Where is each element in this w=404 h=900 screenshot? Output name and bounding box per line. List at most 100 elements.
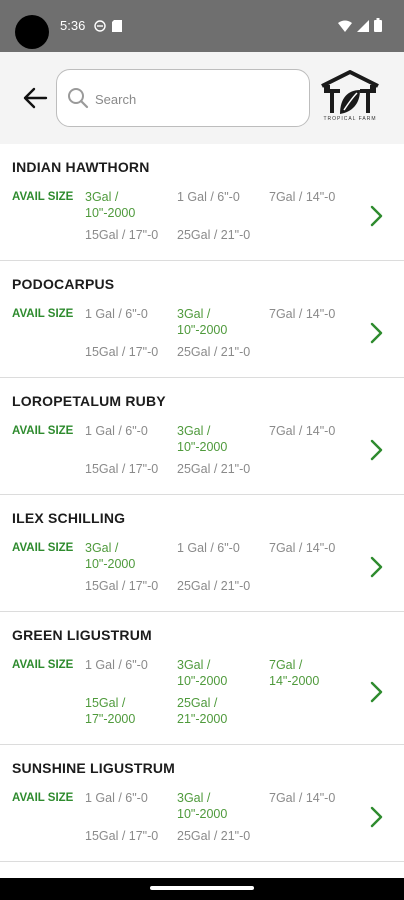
- size-option-line: 7Gal /: [269, 658, 303, 672]
- size-option-available: 25Gal / 21"-2000: [177, 695, 267, 727]
- size-option-unavailable: 1 Gal / 6"-0: [85, 790, 175, 806]
- chevron-right-icon[interactable]: [366, 438, 386, 462]
- size-option-line: 3Gal /: [85, 190, 119, 204]
- wifi-icon: [338, 19, 352, 37]
- home-gesture-handle[interactable]: [150, 886, 254, 890]
- size-option-line: 7Gal / 14"-0: [269, 541, 336, 555]
- size-option-line: 3Gal /: [177, 791, 211, 805]
- size-option-line: 1 Gal / 6"-0: [85, 791, 148, 805]
- avail-size-label: AVAIL SIZE: [12, 308, 74, 320]
- plant-list[interactable]: INDIAN HAWTHORN AVAIL SIZE 3Gal /10"-2000 1…: [0, 144, 404, 878]
- size-option-unavailable: 1 Gal / 6"-0: [177, 189, 267, 205]
- size-option-line: 10"-2000: [177, 674, 228, 688]
- size-option-unavailable: 7Gal / 14"-0: [269, 189, 359, 205]
- size-option-unavailable: 15Gal / 17"-0: [85, 227, 175, 243]
- size-option-unavailable: 1 Gal / 6"-0: [177, 540, 267, 556]
- app-header: TROPICAL FARM: [0, 52, 404, 144]
- size-option-unavailable: 1 Gal / 6"-0: [85, 306, 175, 322]
- size-option-unavailable: 25Gal / 21"-0: [177, 828, 267, 844]
- status-left-icons: [94, 19, 122, 37]
- battery-icon: [374, 18, 382, 37]
- size-option-line: 15Gal /: [85, 696, 126, 710]
- size-option-line: 15Gal / 17"-0: [85, 462, 159, 476]
- size-option-line: 15Gal / 17"-0: [85, 579, 159, 593]
- plant-name: SUNSHINE LIGUSTRUM: [12, 760, 176, 776]
- avail-size-label: AVAIL SIZE: [12, 425, 74, 437]
- size-option-line: 25Gal / 21"-0: [177, 345, 251, 359]
- avail-size-label: AVAIL SIZE: [12, 792, 74, 804]
- size-option-available: 3Gal / 10"-2000: [177, 790, 267, 822]
- size-option-unavailable: 15Gal / 17"-0: [85, 461, 175, 477]
- size-option-line: 21"-2000: [177, 712, 228, 726]
- size-option-unavailable: 15Gal / 17"-0: [85, 344, 175, 360]
- chevron-right-icon[interactable]: [366, 555, 386, 579]
- size-option-available: 15Gal / 17"-2000: [85, 695, 175, 727]
- search-icon: [68, 88, 89, 109]
- size-option-line: 3Gal /: [85, 541, 119, 555]
- sd-card-icon: [112, 19, 122, 37]
- size-option-available: 3Gal / 10"-2000: [177, 306, 267, 338]
- back-button[interactable]: [18, 82, 52, 114]
- size-option-line: 15Gal / 17"-0: [85, 345, 159, 359]
- plant-name: LOROPETALUM RUBY: [12, 393, 166, 409]
- status-time: 5:36: [60, 18, 86, 33]
- size-option-line: 3Gal /: [177, 307, 211, 321]
- size-option-line: 3Gal /: [177, 424, 211, 438]
- size-option-unavailable: 25Gal / 21"-0: [177, 227, 267, 243]
- avail-size-label: AVAIL SIZE: [12, 659, 74, 671]
- size-option-line: 10"-2000: [177, 807, 228, 821]
- size-option-line: 3Gal /: [177, 658, 211, 672]
- size-option-unavailable: 7Gal / 14"-0: [269, 423, 359, 439]
- size-option-line: 10"-2000: [85, 557, 136, 571]
- plant-name: ILEX SCHILLING: [12, 510, 126, 526]
- size-option-unavailable: 25Gal / 21"-0: [177, 344, 267, 360]
- chevron-right-icon[interactable]: [366, 680, 386, 704]
- plant-card[interactable]: PODOCARPUS AVAIL SIZE 1 Gal / 6"-0 3Gal / 10…: [0, 261, 404, 378]
- size-option-unavailable: 1 Gal / 6"-0: [85, 657, 175, 673]
- size-option-unavailable: 15Gal / 17"-0: [85, 828, 175, 844]
- plant-card[interactable]: ILEX SCHILLING AVAIL SIZE 3Gal / 10"-2000 1 …: [0, 495, 404, 612]
- plant-card[interactable]: GREEN LIGUSTRUM AVAIL SIZE 1 Gal / 6"-0 3Ga…: [0, 612, 404, 745]
- chevron-right-icon[interactable]: [366, 805, 386, 829]
- size-option-unavailable: 25Gal / 21"-0: [177, 578, 267, 594]
- search-input[interactable]: [95, 85, 295, 113]
- status-bar: 5:36: [0, 0, 404, 52]
- do-not-disturb-icon: [94, 19, 106, 37]
- size-option-line: 1 Gal / 6"-0: [177, 190, 240, 204]
- size-option-unavailable: 7Gal / 14"-0: [269, 306, 359, 322]
- size-option-line: 1 Gal / 6"-0: [177, 541, 240, 555]
- size-option-line: 7Gal / 14"-0: [269, 424, 336, 438]
- chevron-right-icon[interactable]: [366, 204, 386, 228]
- size-option-unavailable: 1 Gal / 6"-0: [85, 423, 175, 439]
- plant-card[interactable]: SUNSHINE LIGUSTRUM AVAIL SIZE 1 Gal / 6"-0…: [0, 745, 404, 862]
- signal-icon: [357, 19, 369, 37]
- plant-name: PODOCARPUS: [12, 276, 115, 292]
- size-option-line: 25Gal / 21"-0: [177, 579, 251, 593]
- size-option-line: 15Gal / 17"-0: [85, 228, 159, 242]
- search-box[interactable]: [56, 69, 310, 127]
- status-right-icons: [338, 18, 382, 37]
- size-option-available: 3Gal / 10"-2000: [177, 423, 267, 455]
- size-option-line: 7Gal / 14"-0: [269, 307, 336, 321]
- size-option-unavailable: 7Gal / 14"-0: [269, 790, 359, 806]
- size-option-line: 7Gal / 14"-0: [269, 190, 336, 204]
- avail-size-label: AVAIL SIZE: [12, 542, 74, 554]
- size-option-line: 10"-2000: [177, 323, 228, 337]
- size-option-line: 25Gal /: [177, 696, 218, 710]
- plant-card[interactable]: LOROPETALUM RUBY AVAIL SIZE 1 Gal / 6"-0 3G…: [0, 378, 404, 495]
- size-option-line: 10"-2000: [85, 206, 136, 220]
- size-option-unavailable: 25Gal / 21"-0: [177, 461, 267, 477]
- size-option-line: 15Gal / 17"-0: [85, 829, 159, 843]
- chevron-right-icon[interactable]: [366, 321, 386, 345]
- size-option-available: 3Gal / 10"-2000: [177, 657, 267, 689]
- avail-size-label: AVAIL SIZE: [12, 191, 74, 203]
- size-option-line: 25Gal / 21"-0: [177, 829, 251, 843]
- size-option-line: 14"-2000: [269, 674, 320, 688]
- plant-card[interactable]: INDIAN HAWTHORN AVAIL SIZE 3Gal / 10"-2000 1…: [0, 144, 404, 261]
- size-option-unavailable: 15Gal / 17"-0: [85, 578, 175, 594]
- size-option-line: 10"-2000: [177, 440, 228, 454]
- size-option-available: 3Gal / 10"-2000: [85, 189, 175, 221]
- size-option-line: 17"-2000: [85, 712, 136, 726]
- size-option-line: 1 Gal / 6"-0: [85, 424, 148, 438]
- arrow-left-icon: [23, 87, 48, 109]
